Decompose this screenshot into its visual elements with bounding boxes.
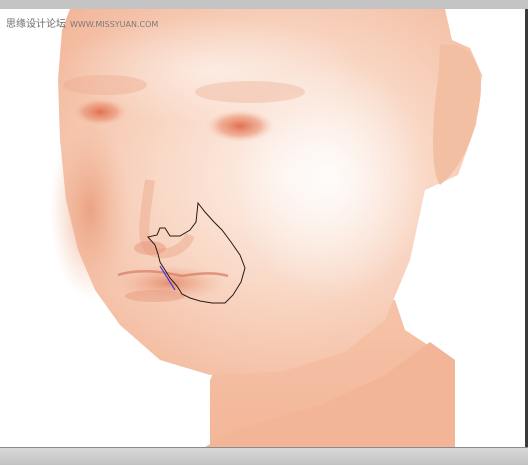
document-canvas[interactable]: 思缘设计论坛 WWW.MISSYUAN.COM [0,9,525,447]
watermark-site-url: WWW.MISSYUAN.COM [70,20,159,29]
watermark-forum-name: 思缘设计论坛 [6,19,66,30]
top-toolbar-strip [0,0,528,9]
face-illustration [50,9,482,447]
left-eye [72,98,128,126]
left-cheek-shadow [50,120,130,300]
status-bar [0,447,528,465]
right-eye [206,110,274,142]
watermark: 思缘设计论坛 WWW.MISSYUAN.COM [6,19,158,31]
ear-shape [433,44,481,185]
